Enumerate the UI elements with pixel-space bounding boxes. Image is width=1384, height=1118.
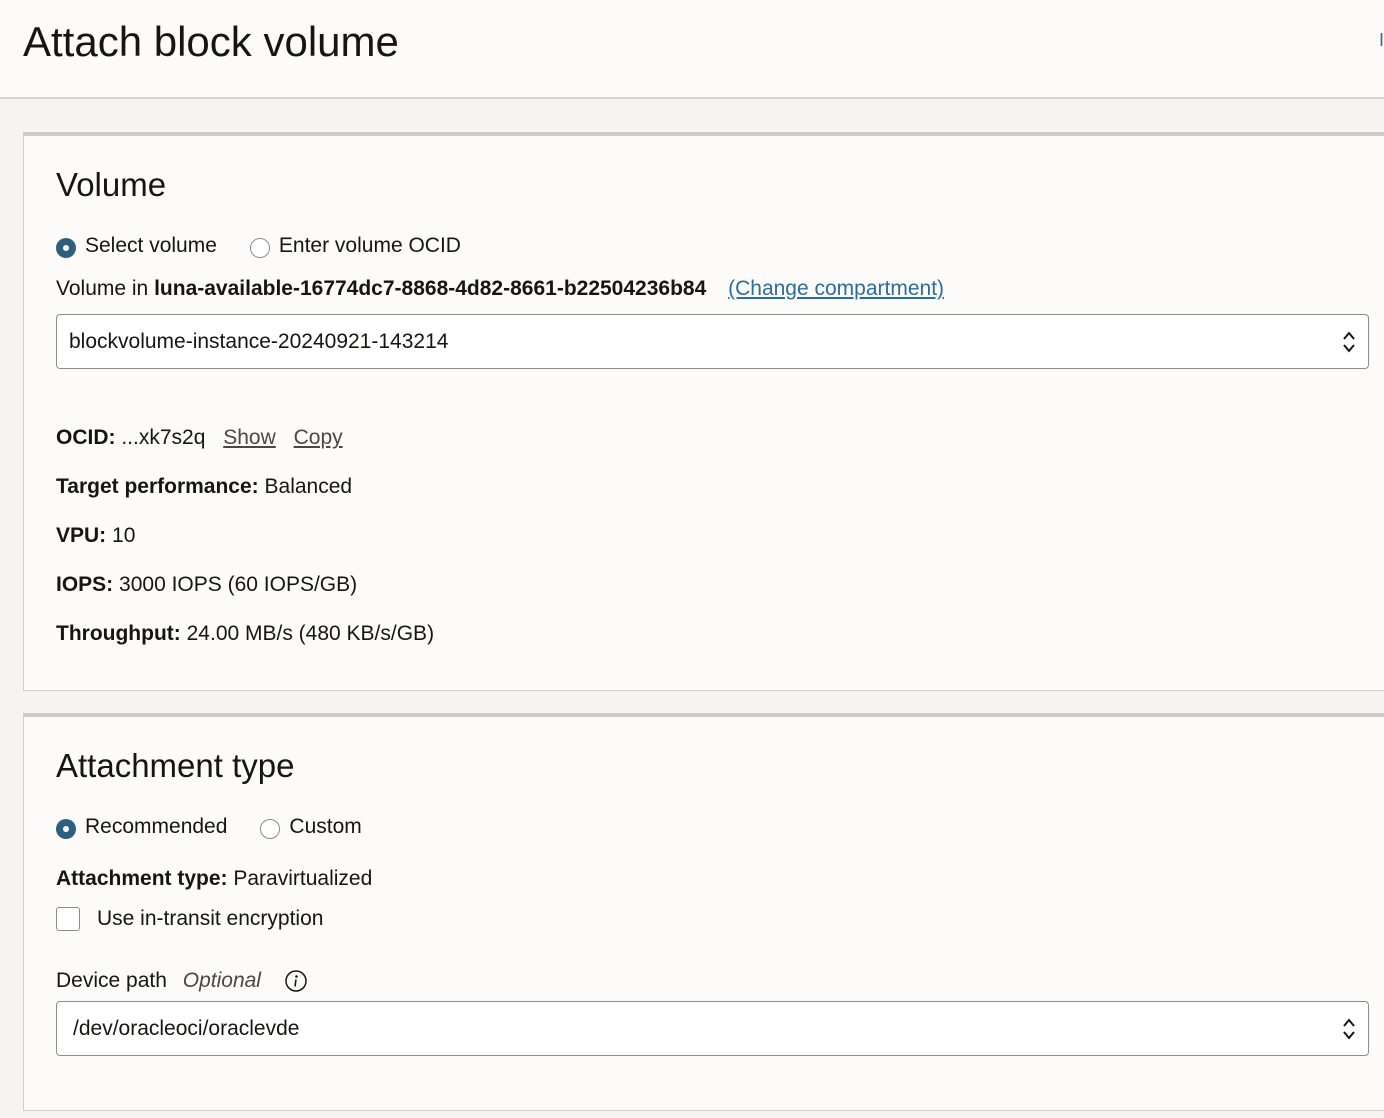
page-title: Attach block volume (23, 18, 399, 65)
attachment-type-value: Paravirtualized (233, 867, 373, 890)
radio-unchecked-icon[interactable] (260, 819, 281, 839)
target-performance-line: Target performance: Balanced (56, 475, 352, 499)
attachment-type-line: Attachment type: Paravirtualized (56, 867, 372, 891)
radio-checked-icon[interactable] (56, 819, 76, 839)
radio-unchecked-icon[interactable] (249, 238, 270, 258)
attachment-mode-radio-group: Recommended Custom (56, 815, 395, 839)
enter-ocid-label: Enter volume OCID (278, 234, 461, 257)
change-compartment-link[interactable]: (Change compartment) (728, 277, 944, 300)
iops-line: IOPS: 3000 IOPS (60 IOPS/GB) (56, 573, 357, 597)
throughput-label: Throughput: (56, 622, 181, 645)
copy-ocid-link[interactable]: Copy (294, 426, 343, 449)
iops-value: 3000 IOPS (60 IOPS/GB) (119, 573, 358, 596)
in-transit-encryption-label: Use in-transit encryption (97, 907, 324, 930)
help-link[interactable]: I (1379, 30, 1383, 52)
select-volume-radio[interactable]: Select volume (56, 234, 217, 258)
volume-select[interactable]: blockvolume-instance-20240921-143214 (56, 314, 1369, 369)
device-path-select[interactable]: /dev/oracleoci/oraclevde (56, 1001, 1369, 1056)
device-path-label-row: Device path Optional (56, 969, 307, 993)
select-volume-label: Select volume (85, 234, 217, 257)
volume-section-title: Volume (56, 166, 167, 203)
volume-source-radio-group: Select volume Enter volume OCID (56, 234, 494, 258)
chevron-up-down-icon (1343, 1018, 1355, 1040)
attachment-type-label: Attachment type: (56, 867, 228, 890)
enter-ocid-radio[interactable]: Enter volume OCID (249, 234, 461, 258)
throughput-value: 24.00 MB/s (480 KB/s/GB) (186, 622, 435, 645)
device-path-label: Device path (56, 969, 167, 992)
ocid-label: OCID: (56, 426, 116, 449)
volume-select-value: blockvolume-instance-20240921-143214 (69, 329, 449, 353)
show-ocid-link[interactable]: Show (223, 426, 276, 449)
recommended-radio[interactable]: Recommended (56, 815, 227, 839)
target-performance-value: Balanced (264, 475, 353, 498)
device-path-value: /dev/oracleoci/oraclevde (73, 1016, 300, 1040)
in-transit-encryption-checkbox-row[interactable]: Use in-transit encryption (56, 907, 323, 931)
vpu-value: 10 (112, 524, 136, 547)
vpu-line: VPU: 10 (56, 524, 135, 548)
radio-checked-icon[interactable] (56, 238, 76, 258)
compartment-line: Volume in luna-available-16774dc7-8868-4… (56, 277, 944, 301)
recommended-label: Recommended (85, 815, 228, 838)
iops-label: IOPS: (56, 573, 114, 596)
device-path-optional: Optional (182, 969, 261, 992)
attachment-section-title: Attachment type (56, 747, 295, 784)
target-performance-label: Target performance: (56, 475, 259, 498)
ocid-line: OCID: ...xk7s2q Show Copy (56, 426, 343, 450)
compartment-prefix: Volume in (56, 277, 149, 300)
custom-radio[interactable]: Custom (260, 815, 362, 839)
compartment-name: luna-available-16774dc7-8868-4d82-8661-b… (154, 277, 707, 300)
chevron-up-down-icon (1343, 331, 1355, 353)
in-transit-encryption-checkbox[interactable] (56, 907, 80, 931)
attachment-type-section: Attachment type Recommended Custom Attac… (23, 713, 1384, 1111)
volume-section: Volume Select volume Enter volume OCID V… (23, 132, 1384, 691)
vpu-label: VPU: (56, 524, 107, 547)
custom-label: Custom (289, 815, 362, 838)
info-icon[interactable] (285, 970, 307, 992)
page-header: Attach block volume I (0, 0, 1384, 99)
throughput-line: Throughput: 24.00 MB/s (480 KB/s/GB) (56, 622, 434, 646)
ocid-value: ...xk7s2q (121, 426, 206, 449)
